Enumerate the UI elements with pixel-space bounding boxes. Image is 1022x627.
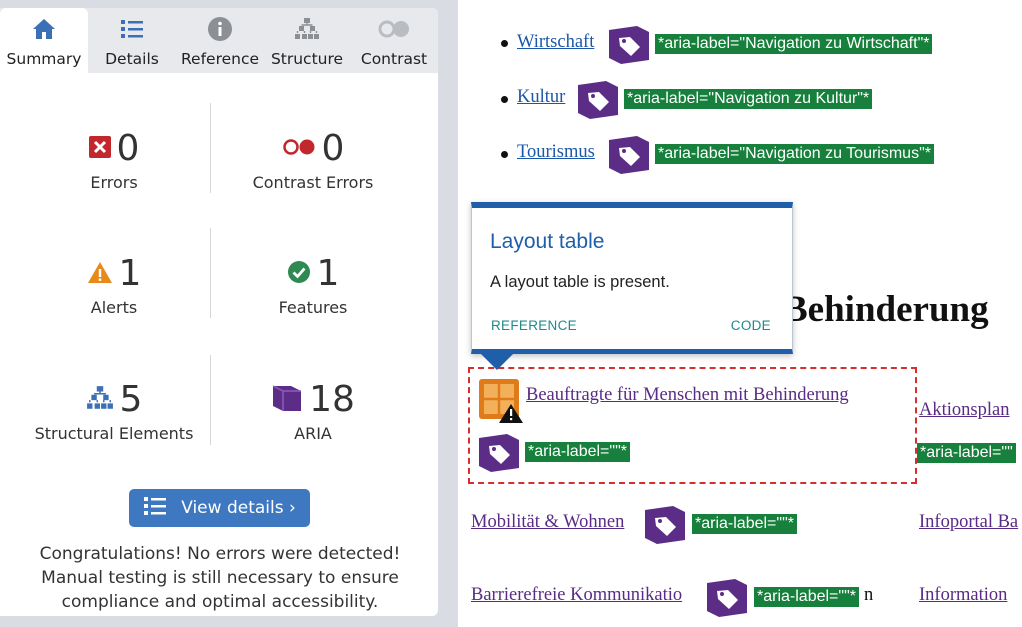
congratulations-message: Congratulations! No errors were detected…: [39, 544, 401, 612]
link-infoportal[interactable]: Infoportal Ba: [919, 512, 1018, 533]
tab-details[interactable]: Details: [88, 8, 176, 73]
tooltip-body: A layout table is present.: [490, 273, 670, 291]
link-mobilitaet[interactable]: Mobilität & Wohnen: [471, 512, 624, 533]
feature-icon: [287, 260, 311, 288]
stat-contrast-errors[interactable]: 0 Contrast Errors: [213, 128, 413, 193]
stat-errors[interactable]: 0 Errors: [14, 129, 214, 192]
tab-details-label: Details: [105, 50, 159, 68]
home-icon: [0, 17, 88, 41]
contrast-icon: [350, 17, 438, 41]
layout-table-tooltip: Layout table A layout table is present. …: [471, 202, 793, 354]
aria-label-badge: *aria-label=""*: [525, 442, 630, 462]
stat-features[interactable]: 1 Features: [213, 253, 413, 318]
aria-label-badge: *aria-label="Navigation zu Tourismus"*: [655, 144, 934, 164]
tab-summary[interactable]: Summary: [0, 8, 88, 73]
nav-link-wirtschaft[interactable]: Wirtschaft: [517, 32, 594, 53]
link-information[interactable]: Information: [919, 585, 1007, 606]
aria-label-badge: *aria-label=""*: [692, 514, 797, 534]
aria-label-badge: *aria-label="Navigation zu Wirtschaft"*: [655, 34, 933, 54]
link-suffix-text: n: [864, 585, 874, 605]
tooltip-code-link[interactable]: CODE: [731, 318, 771, 333]
summary-panel: Summary Details Reference Structure Cont…: [0, 8, 438, 616]
aria-label-badge: *aria-label="": [917, 443, 1016, 463]
alerts-count: 1: [118, 253, 142, 294]
aria-count: 18: [309, 379, 355, 420]
list-icon: [88, 17, 176, 41]
tooltip-title: Layout table: [490, 230, 605, 253]
link-beauftragte[interactable]: Beauftragte für Menschen mit Behinderung: [526, 385, 849, 406]
tab-structure-label: Structure: [270, 50, 344, 68]
hierarchy-icon: [264, 17, 350, 41]
list-bullet: [501, 151, 508, 158]
layout-table-icon[interactable]: [478, 378, 524, 424]
nav-link-kultur[interactable]: Kultur: [517, 87, 565, 108]
view-details-button[interactable]: View details ›: [129, 489, 310, 527]
list-icon: [143, 496, 167, 521]
aria-tag-icon[interactable]: [477, 433, 521, 473]
stat-alerts[interactable]: 1 Alerts: [14, 254, 214, 317]
tab-contrast-label: Contrast: [360, 50, 428, 68]
aria-tag-icon[interactable]: [576, 80, 620, 120]
aria-label: ARIA: [294, 424, 332, 443]
errors-count: 0: [116, 128, 140, 169]
tab-reference-label: Reference: [180, 50, 260, 68]
tab-summary-label: Summary: [6, 50, 82, 68]
tooltip-reference-link[interactable]: REFERENCE: [491, 318, 577, 333]
tab-contrast[interactable]: Contrast: [350, 8, 438, 73]
info-icon: [176, 17, 264, 41]
wave-sidebar: Summary Details Reference Structure Cont…: [0, 0, 458, 627]
structural-count: 5: [119, 379, 143, 420]
structural-label: Structural Elements: [34, 424, 194, 443]
stat-aria[interactable]: 18 ARIA: [213, 380, 413, 443]
contrast-error-icon: [282, 138, 316, 160]
tab-structure[interactable]: Structure: [264, 8, 350, 73]
errors-label: Errors: [90, 173, 138, 192]
aria-icon: [271, 383, 303, 417]
aria-label-badge: *aria-label=""*: [754, 587, 859, 607]
tooltip-pointer: [479, 352, 515, 370]
tab-bar: Summary Details Reference Structure Cont…: [0, 8, 438, 73]
nav-link-tourismus[interactable]: Tourismus: [517, 142, 595, 163]
aria-tag-icon[interactable]: [607, 135, 651, 175]
aria-tag-icon[interactable]: [705, 578, 749, 618]
section-heading: Behinderung: [783, 289, 989, 330]
link-barrierefreie[interactable]: Barrierefreie Kommunikatio: [471, 585, 682, 606]
link-aktionsplan[interactable]: Aktionsplan: [919, 400, 1009, 421]
stat-structural-elements[interactable]: 5 Structural Elements: [14, 379, 214, 444]
aria-label-badge: *aria-label="Navigation zu Kultur"*: [624, 89, 873, 109]
structure-icon: [86, 385, 114, 415]
features-count: 1: [316, 253, 340, 294]
contrast-errors-count: 0: [321, 128, 345, 169]
alert-icon: [87, 261, 113, 288]
list-bullet: [501, 40, 508, 47]
list-bullet: [501, 96, 508, 103]
alerts-label: Alerts: [90, 298, 138, 317]
error-icon: [88, 136, 111, 162]
features-label: Features: [278, 298, 348, 317]
aria-tag-icon[interactable]: [643, 505, 687, 545]
view-details-label: View details ›: [181, 498, 296, 518]
tab-reference[interactable]: Reference: [176, 8, 264, 73]
aria-tag-icon[interactable]: [607, 25, 651, 65]
contrast-errors-label: Contrast Errors: [252, 173, 374, 192]
